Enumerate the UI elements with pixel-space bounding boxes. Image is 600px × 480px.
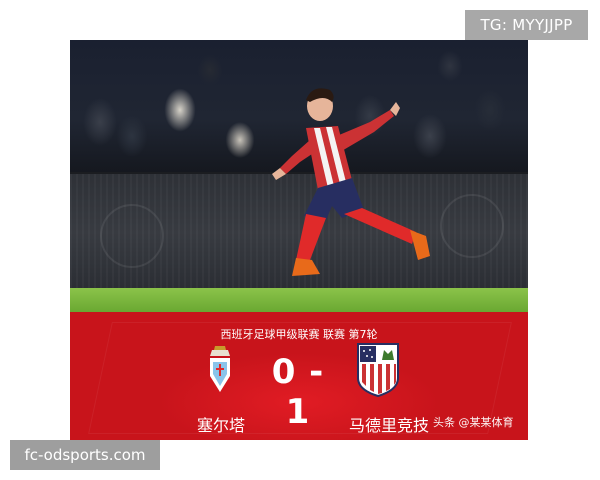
- league-round-title: 西班牙足球甲级联赛 联赛 第7轮: [220, 328, 378, 341]
- site-watermark-badge: fc-odsports.com: [10, 440, 160, 470]
- match-result-card: 西班牙足球甲级联赛 联赛 第7轮 0 - 1 塞尔塔 马德里竞技 头条 @某某体…: [70, 40, 528, 440]
- tg-watermark-badge: TG: MYYJJPP: [465, 10, 588, 40]
- celta-vigo-crest-icon: [210, 346, 230, 392]
- home-team-name: 塞尔塔: [197, 416, 246, 435]
- player-celebrating-image: [272, 88, 430, 276]
- ad-board-logo: [440, 194, 504, 258]
- toutiao-watermark: 头条 @某某体育: [433, 416, 514, 429]
- site-watermark-text: fc-odsports.com: [24, 446, 146, 464]
- ad-board-logo: [100, 204, 164, 268]
- atletico-madrid-crest-icon: [357, 343, 399, 398]
- tg-watermark-text: TG: MYYJJPP: [480, 16, 573, 34]
- match-score: 0 - 1: [271, 352, 325, 432]
